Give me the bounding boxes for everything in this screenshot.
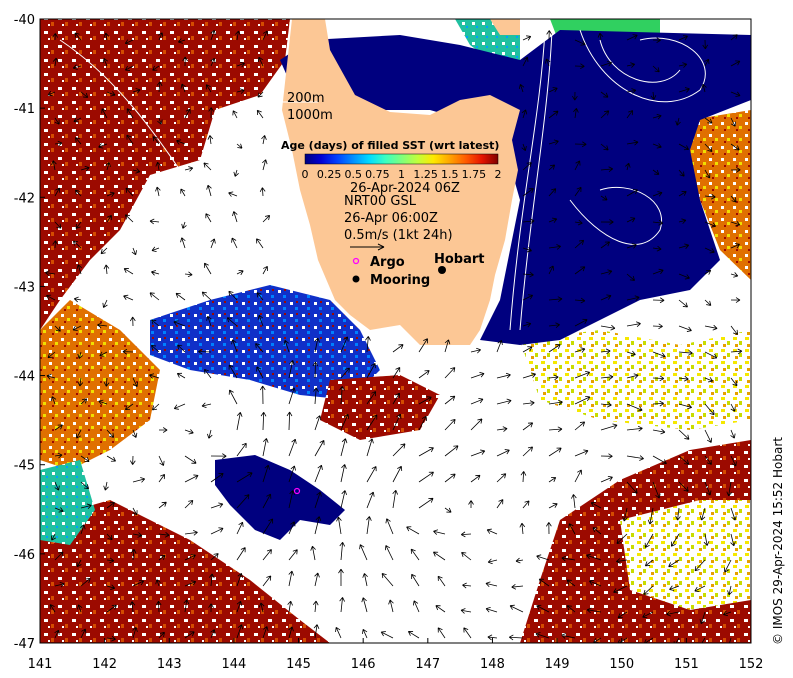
sst-map-figure: 200m 1000m Age (days) of filled SST (wrt… — [14, 13, 764, 672]
x-tick-label: 142 — [92, 657, 117, 672]
colorbar-tick-label: 1 — [398, 168, 405, 181]
mooring-label: Mooring — [370, 273, 430, 288]
colorbar-tick-label: 0.5 — [345, 168, 363, 181]
contour-1000m-label: 1000m — [287, 108, 333, 123]
colorbar-tick-label: 0.75 — [365, 168, 390, 181]
y-tick-label: -40 — [14, 13, 35, 28]
mooring-symbol — [352, 275, 360, 283]
colorbar — [304, 153, 499, 165]
colorbar-tick-label: 0.25 — [317, 168, 342, 181]
y-tick-label: -44 — [14, 370, 35, 385]
colorbar-title: Age (days) of filled SST (wrt latest) — [281, 139, 499, 152]
y-tick-label: -43 — [14, 280, 35, 295]
x-tick-label: 143 — [157, 657, 182, 672]
x-tick-label: 146 — [351, 657, 376, 672]
hobart-marker — [438, 266, 446, 274]
contour-200m-label: 200m — [287, 91, 324, 106]
x-tick-label: 149 — [545, 657, 570, 672]
y-tick-label: -45 — [14, 459, 35, 474]
x-tick-label: 147 — [415, 657, 440, 672]
y-tick-label: -47 — [14, 637, 35, 652]
current-source-label: NRT00 GSL — [344, 194, 417, 209]
colorbar-tick-label: 2 — [495, 168, 502, 181]
x-tick-label: 152 — [739, 657, 764, 672]
y-tick-label: -41 — [14, 102, 35, 117]
x-tick-label: 145 — [286, 657, 311, 672]
current-scale-label: 0.5m/s (1kt 24h) — [344, 228, 453, 243]
colorbar-tick-label: 1.75 — [462, 168, 487, 181]
argo-label: Argo — [370, 255, 405, 270]
current-time-label: 26-Apr 06:00Z — [344, 211, 438, 226]
y-tick-label: -46 — [14, 548, 35, 563]
x-tick-label: 150 — [609, 657, 634, 672]
colorbar-tick-label: 1.25 — [413, 168, 438, 181]
colorbar-ticks: 0 0.25 0.5 0.75 1 1.25 1.5 1.75 2 — [302, 168, 502, 181]
x-tick-label: 151 — [674, 657, 699, 672]
x-tick-label: 141 — [28, 657, 53, 672]
colorbar-tick-label: 0 — [302, 168, 309, 181]
x-tick-label: 148 — [480, 657, 505, 672]
x-tick-label: 144 — [221, 657, 246, 672]
colorbar-tick-label: 1.5 — [441, 168, 459, 181]
hobart-label: Hobart — [434, 252, 485, 267]
y-tick-label: -42 — [14, 191, 35, 206]
credit-text: © IMOS 29-Apr-2024 15:52 Hobart — [771, 437, 785, 645]
